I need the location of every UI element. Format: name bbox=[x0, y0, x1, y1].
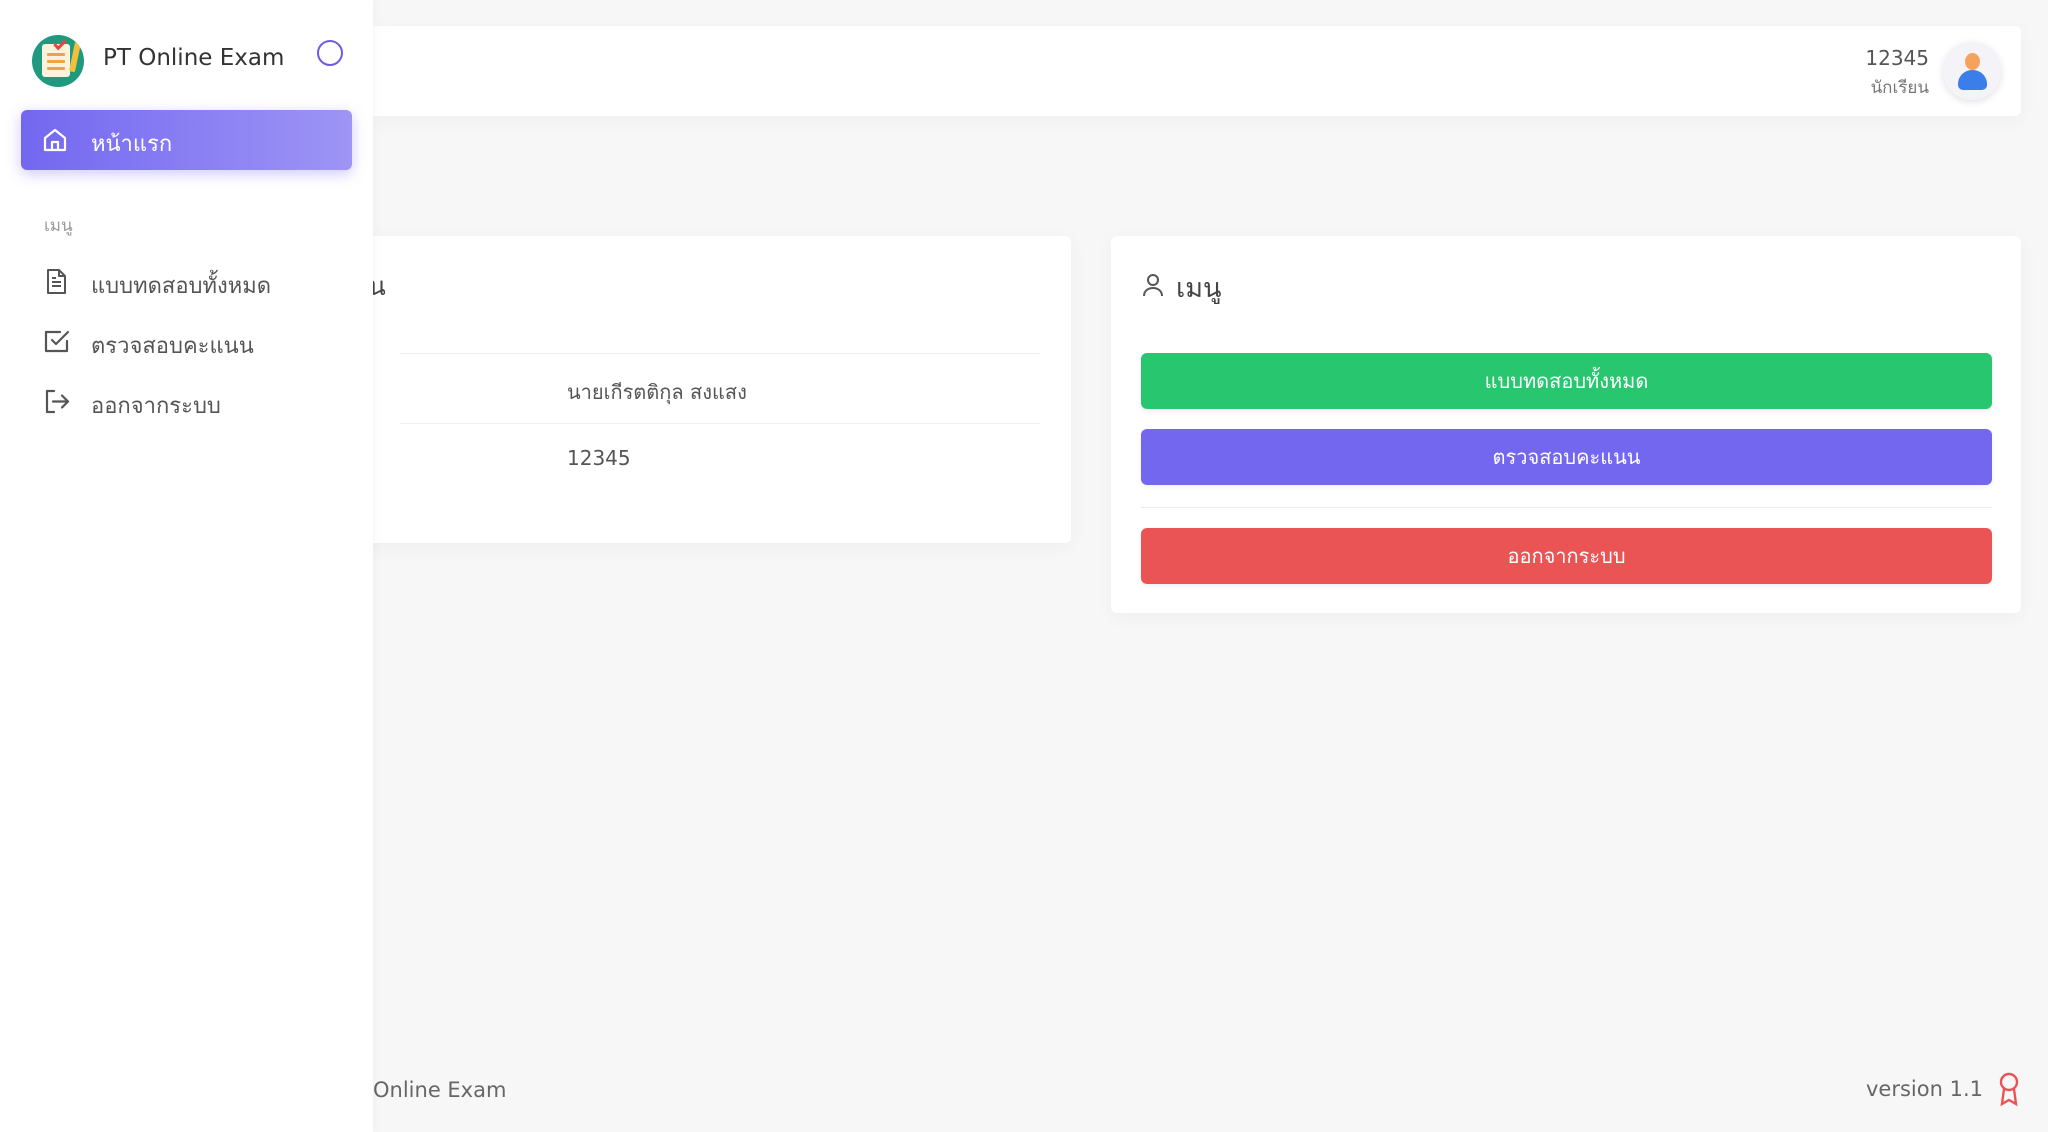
user-role: นักเรียน bbox=[1870, 78, 1929, 98]
sidebar-toggle-icon[interactable] bbox=[317, 40, 343, 66]
sidebar-item-all-exams[interactable]: แบบทดสอบทั้งหมด bbox=[21, 255, 352, 307]
user-icon bbox=[1143, 274, 1163, 297]
menu-card: เมนู แบบทดสอบทั้งหมด ตรวจสอบคะแนน ออกจาก… bbox=[1111, 236, 2021, 613]
all-exams-button[interactable]: แบบทดสอบทั้งหมด bbox=[1141, 353, 1992, 409]
sidebar-item-label: แบบทดสอบทั้งหมด bbox=[91, 274, 272, 299]
menu-card-title: เมนู bbox=[1176, 273, 1222, 304]
sidebar-item-label: ตรวจสอบคะแนน bbox=[91, 334, 254, 359]
sidebar-item-label: ออกจากระบบ bbox=[91, 394, 221, 419]
home-icon bbox=[43, 128, 67, 152]
brand[interactable]: PT Online Exam bbox=[32, 33, 352, 87]
exam-logo-icon bbox=[32, 35, 84, 87]
sidebar-item-label: หน้าแรก bbox=[91, 132, 173, 157]
menu-divider bbox=[1141, 507, 1992, 508]
profile-row-id: 12345 bbox=[400, 423, 1040, 493]
logout-icon bbox=[45, 389, 70, 414]
app-title: PT Online Exam bbox=[103, 45, 285, 71]
top-navbar: 12345 นักเรียน bbox=[373, 26, 2021, 116]
sidebar-item-logout[interactable]: ออกจากระบบ bbox=[21, 375, 352, 427]
user-avatar-icon[interactable] bbox=[1943, 42, 2001, 100]
footer-version: version 1.1 bbox=[1866, 1077, 1983, 1101]
sidebar-section-label: เมนู bbox=[44, 216, 73, 236]
check-score-button[interactable]: ตรวจสอบคะแนน bbox=[1141, 429, 1992, 485]
footer-app-name: Online Exam bbox=[373, 1078, 507, 1102]
profile-row-name: นายเกีรตติกุล สงแสง bbox=[400, 353, 1040, 423]
sidebar-item-home[interactable]: หน้าแรก bbox=[21, 110, 352, 170]
sidebar: PT Online Exam หน้าแรก เมนู แบบทดสอบทั้ง… bbox=[0, 0, 373, 1132]
check-square-icon bbox=[44, 330, 70, 353]
award-icon bbox=[1999, 1072, 2019, 1106]
document-icon bbox=[47, 269, 66, 294]
logout-button[interactable]: ออกจากระบบ bbox=[1141, 528, 1992, 584]
user-id: 12345 bbox=[1865, 46, 1929, 70]
sidebar-item-check-score[interactable]: ตรวจสอบคะแนน bbox=[21, 315, 352, 367]
student-id-value: 12345 bbox=[567, 446, 631, 470]
student-name-value: นายเกีรตติกุล สงแสง bbox=[567, 380, 747, 404]
